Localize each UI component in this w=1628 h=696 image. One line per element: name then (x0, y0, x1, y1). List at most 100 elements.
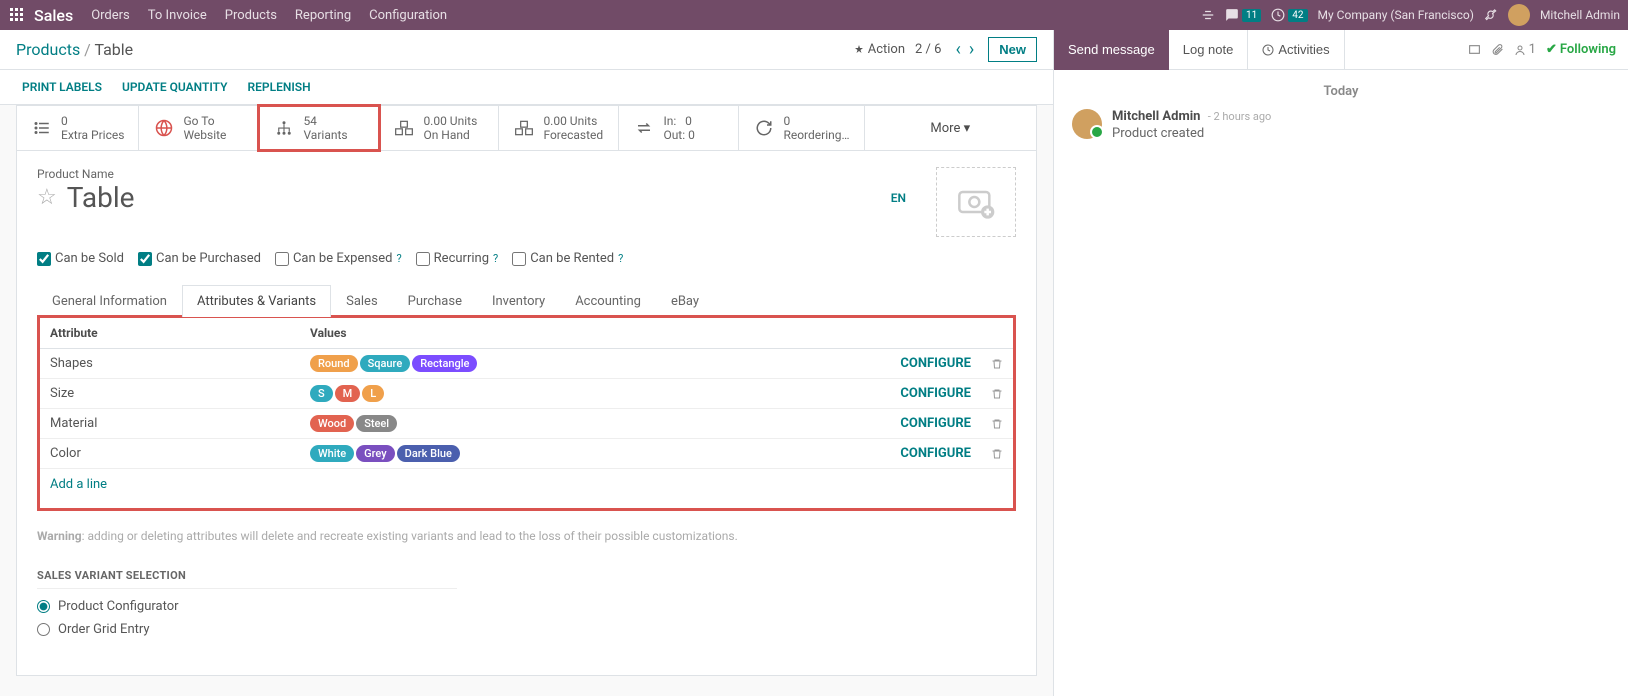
values-cell[interactable]: WhiteGreyDark Blue (300, 439, 881, 469)
tab-purchase[interactable]: Purchase (393, 285, 477, 317)
app-name[interactable]: Sales (34, 6, 73, 25)
following-button[interactable]: ✔ Following (1546, 42, 1616, 57)
tab-inventory[interactable]: Inventory (477, 285, 560, 317)
help-icon[interactable]: ? (396, 252, 401, 265)
value-tag[interactable]: L (362, 385, 384, 402)
menu-configuration[interactable]: Configuration (369, 8, 447, 23)
value-tag[interactable]: S (310, 385, 333, 402)
pager-next-icon[interactable]: › (965, 41, 978, 59)
attributes-table: Attribute Values ShapesRoundSqaureRectan… (40, 318, 1013, 469)
print-labels-button[interactable]: PRINT LABELS (22, 80, 102, 94)
add-line-link[interactable]: Add a line (40, 469, 1013, 500)
stat-extra-prices[interactable]: 0Extra Prices (17, 106, 139, 150)
user-avatar[interactable] (1508, 4, 1530, 26)
paperclip-icon[interactable] (1491, 43, 1504, 56)
new-button[interactable]: New (988, 37, 1037, 62)
company-switcher[interactable]: My Company (San Francisco) (1318, 8, 1474, 22)
radio-configurator[interactable]: Product Configurator (37, 599, 1016, 614)
debug-icon[interactable] (1484, 8, 1498, 22)
sitemap-icon (273, 117, 295, 139)
check-purchased[interactable]: Can be Purchased (138, 251, 261, 266)
stat-on-hand[interactable]: 0.00 UnitsOn Hand (379, 106, 499, 150)
tab-variants[interactable]: Attributes & Variants (182, 285, 331, 317)
value-tag[interactable]: Dark Blue (397, 445, 460, 462)
tab-general[interactable]: General Information (37, 285, 182, 317)
out-value: 0 (688, 128, 695, 142)
separator (37, 588, 457, 589)
tab-accounting[interactable]: Accounting (560, 285, 656, 317)
update-quantity-button[interactable]: UPDATE QUANTITY (122, 80, 228, 94)
attr-cell[interactable]: Color (40, 439, 300, 469)
stat-website[interactable]: Go ToWebsite (139, 106, 259, 150)
value-tag[interactable]: Wood (310, 415, 354, 432)
value-tag[interactable]: Round (310, 355, 358, 372)
menu-to-invoice[interactable]: To Invoice (148, 8, 207, 23)
date-separator: Today (1072, 84, 1610, 99)
delete-row-icon[interactable] (981, 379, 1013, 409)
table-row[interactable]: ShapesRoundSqaureRectangleCONFIGURE (40, 349, 1013, 379)
configure-button[interactable]: CONFIGURE (881, 349, 981, 379)
lang-button[interactable]: EN (891, 191, 906, 205)
tray-icon[interactable] (1201, 8, 1215, 22)
attr-cell[interactable]: Material (40, 409, 300, 439)
table-row[interactable]: ColorWhiteGreyDark BlueCONFIGURE (40, 439, 1013, 469)
stat-forecasted[interactable]: 0.00 UnitsForecasted (499, 106, 619, 150)
check-sold[interactable]: Can be Sold (37, 251, 124, 266)
help-icon[interactable]: ? (618, 252, 623, 265)
tab-sales[interactable]: Sales (331, 285, 393, 317)
stat-more[interactable]: More ▾ (865, 106, 1036, 150)
followers-count[interactable]: 1 (1514, 42, 1536, 57)
values-cell[interactable]: WoodSteel (300, 409, 881, 439)
messaging-icon[interactable]: 11 (1225, 8, 1261, 22)
stat-variants[interactable]: 54Variants (259, 106, 379, 150)
values-cell[interactable]: SML (300, 379, 881, 409)
user-name[interactable]: Mitchell Admin (1540, 8, 1620, 22)
configure-button[interactable]: CONFIGURE (881, 409, 981, 439)
menu-orders[interactable]: Orders (91, 8, 130, 23)
tab-ebay[interactable]: eBay (656, 285, 714, 317)
attr-cell[interactable]: Shapes (40, 349, 300, 379)
log-note-button[interactable]: Log note (1169, 30, 1248, 70)
value-tag[interactable]: M (335, 385, 361, 402)
activities-button[interactable]: Activities (1247, 30, 1344, 70)
value-tag[interactable]: White (310, 445, 354, 462)
apps-icon[interactable] (8, 6, 26, 24)
table-row[interactable]: MaterialWoodSteelCONFIGURE (40, 409, 1013, 439)
favorite-star-icon[interactable]: ☆ (37, 185, 57, 210)
delete-row-icon[interactable] (981, 349, 1013, 379)
check-rented[interactable]: Can be Rented? (512, 251, 623, 266)
message-avatar[interactable] (1072, 109, 1102, 139)
table-row[interactable]: SizeSMLCONFIGURE (40, 379, 1013, 409)
delete-row-icon[interactable] (981, 439, 1013, 469)
radio-grid[interactable]: Order Grid Entry (37, 622, 1016, 637)
value-tag[interactable]: Rectangle (412, 355, 477, 372)
help-icon[interactable]: ? (493, 252, 498, 265)
value-tag[interactable]: Grey (356, 445, 395, 462)
send-message-button[interactable]: Send message (1054, 30, 1169, 70)
configure-button[interactable]: CONFIGURE (881, 379, 981, 409)
stat-in-out[interactable]: In: 0 Out: 0 (619, 106, 739, 150)
check-recurring[interactable]: Recurring? (416, 251, 499, 266)
pager-prev-icon[interactable]: ‹ (951, 41, 964, 59)
value-tag[interactable]: Steel (356, 415, 397, 432)
action-dropdown[interactable]: Action (853, 42, 905, 57)
image-placeholder[interactable] (936, 167, 1016, 237)
attach-icon[interactable] (1468, 43, 1481, 56)
message-time: - 2 hours ago (1208, 110, 1272, 123)
check-expensed[interactable]: Can be Expensed? (275, 251, 402, 266)
delete-row-icon[interactable] (981, 409, 1013, 439)
replenish-button[interactable]: REPLENISH (248, 80, 311, 94)
attr-cell[interactable]: Size (40, 379, 300, 409)
activity-icon[interactable]: 42 (1271, 8, 1307, 22)
product-name[interactable]: Table (67, 181, 135, 214)
stat-reordering[interactable]: 0Reordering… (739, 106, 864, 150)
breadcrumb-parent[interactable]: Products (16, 40, 80, 59)
values-cell[interactable]: RoundSqaureRectangle (300, 349, 881, 379)
value-tag[interactable]: Sqaure (360, 355, 411, 372)
configure-button[interactable]: CONFIGURE (881, 439, 981, 469)
message-author[interactable]: Mitchell Admin (1112, 109, 1200, 124)
menu-products[interactable]: Products (225, 8, 277, 23)
menu-reporting[interactable]: Reporting (295, 8, 351, 23)
list-icon (31, 117, 53, 139)
pager-count[interactable]: 2 / 6 (915, 42, 941, 57)
